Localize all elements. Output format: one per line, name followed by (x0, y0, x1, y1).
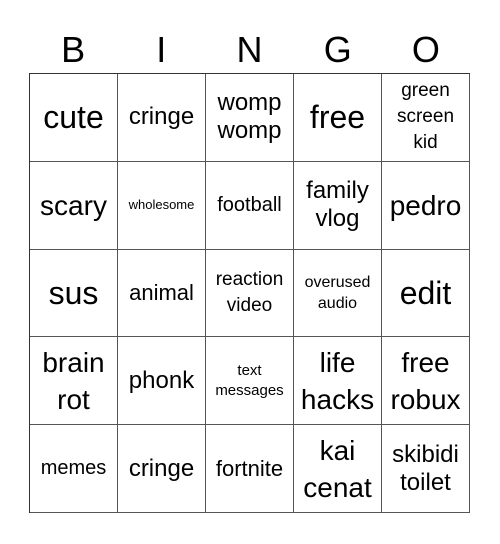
bingo-cell[interactable]: cute (30, 74, 118, 162)
bingo-cell[interactable]: wholesome (118, 161, 206, 250)
bingo-cell[interactable]: sus (30, 249, 118, 338)
cell-text: life hacks (300, 346, 375, 415)
bingo-cell[interactable]: edit (382, 249, 470, 338)
bingo-cell[interactable]: fortnite (206, 425, 294, 513)
cell-text: womp womp (217, 89, 282, 145)
bingo-cell[interactable]: pedro (382, 161, 470, 250)
header-letter-n: N (236, 29, 263, 70)
bingo-cell[interactable]: free (294, 74, 382, 162)
cell-text: skibidi toilet (392, 440, 459, 496)
cell-text: reaction video (215, 268, 284, 316)
cell-text: free (309, 99, 366, 136)
bingo-cell[interactable]: brain rot (30, 337, 118, 426)
bingo-cell[interactable]: skibidi toilet (382, 425, 470, 513)
bingo-cell[interactable]: kai cenat (294, 425, 382, 513)
header-letter-o: O (411, 29, 440, 70)
bingo-cell[interactable]: text messages (206, 337, 294, 426)
cell-text: phonk (128, 366, 195, 394)
cell-text: text messages (215, 361, 284, 399)
cell-text: edit (399, 274, 452, 311)
cell-text: memes (40, 457, 107, 480)
bingo-cell[interactable]: cringe (118, 425, 206, 513)
bingo-cell[interactable]: reaction video (206, 249, 294, 338)
cell-text: scary (40, 189, 107, 221)
bingo-grid: cute cringe womp womp free green screen … (29, 73, 470, 513)
bingo-cell[interactable]: animal (118, 249, 206, 338)
bingo-cell[interactable]: family vlog (294, 161, 382, 250)
bingo-cell[interactable]: green screen kid (382, 74, 470, 162)
cell-text: cringe (128, 454, 195, 482)
cell-text: wholesome (128, 197, 195, 213)
cell-text: pedro (389, 189, 462, 221)
cell-text: fortnite (215, 455, 284, 481)
bingo-cell[interactable]: phonk (118, 337, 206, 426)
bingo-cell[interactable]: cringe (118, 74, 206, 162)
cell-text: cringe (128, 103, 195, 131)
cell-text: football (217, 193, 282, 216)
bingo-header: B I N G O (29, 28, 470, 72)
bingo-cell[interactable]: scary (30, 161, 118, 250)
cell-text: green screen kid (396, 80, 455, 154)
bingo-cell[interactable]: memes (30, 425, 118, 513)
header-letter-i: I (156, 29, 167, 70)
header-letter-b: B (61, 29, 86, 70)
cell-text: family vlog (306, 177, 369, 233)
cell-text: overused audio (304, 273, 371, 312)
bingo-cell[interactable]: free robux (382, 337, 470, 426)
cell-text: animal (129, 279, 194, 305)
cell-text: sus (48, 274, 99, 311)
cell-text: cute (43, 99, 104, 136)
bingo-cell[interactable]: womp womp (206, 74, 294, 162)
cell-text: brain rot (42, 346, 105, 415)
bingo-cell[interactable]: life hacks (294, 337, 382, 426)
bingo-cell[interactable]: overused audio (294, 249, 382, 338)
header-letter-g: G (323, 29, 352, 70)
bingo-cell[interactable]: football (206, 161, 294, 250)
cell-text: free robux (390, 346, 461, 415)
cell-text: kai cenat (303, 434, 372, 503)
